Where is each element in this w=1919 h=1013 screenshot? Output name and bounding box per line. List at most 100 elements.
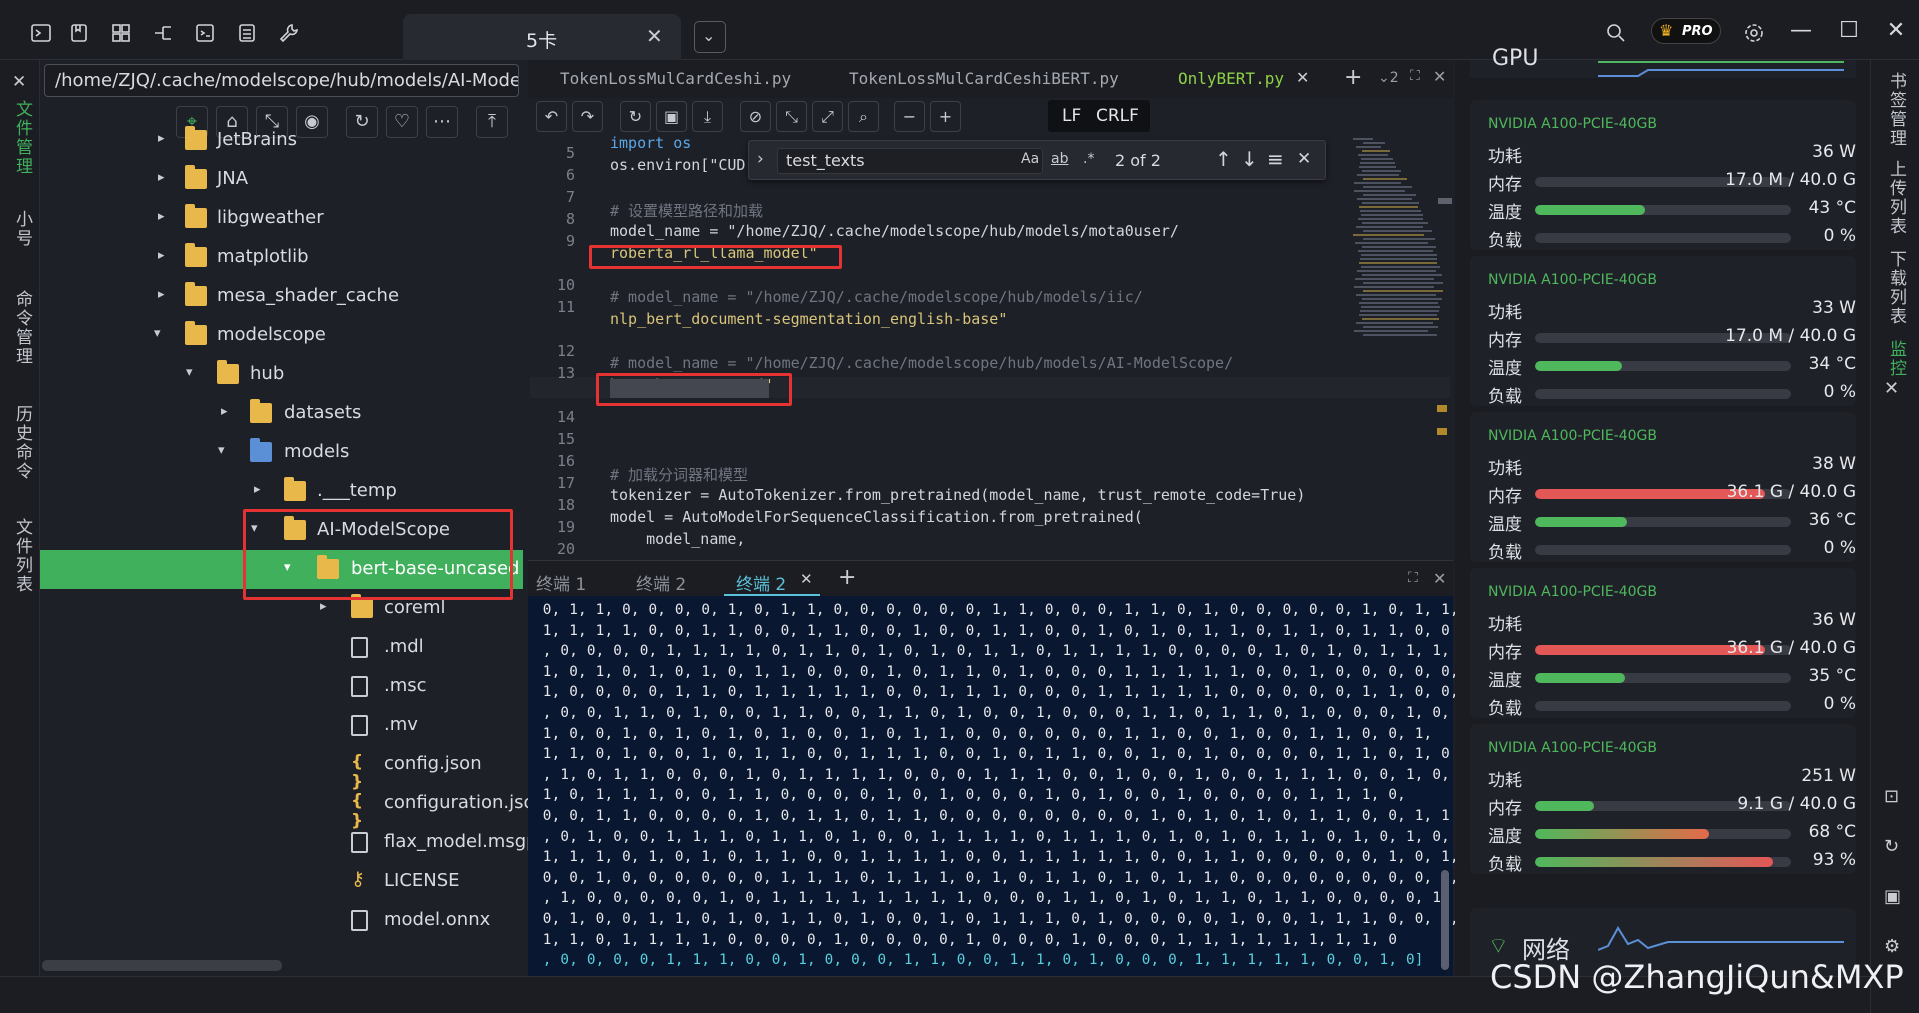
chevron-right-icon[interactable]: ▸ [254, 482, 261, 497]
save-icon[interactable]: ▣ [656, 101, 687, 132]
close-icon[interactable]: ✕ [12, 72, 26, 92]
horizontal-scrollbar[interactable] [42, 960, 282, 971]
sidebar-item-downloads[interactable]: 下载列表 [1884, 250, 1909, 326]
chevron-right-icon[interactable]: ▸ [158, 170, 165, 185]
lf-option[interactable]: LF [1062, 106, 1081, 126]
grow-icon[interactable]: ⤢ [812, 101, 843, 132]
refresh-icon[interactable]: ↻ [1884, 836, 1906, 858]
chevron-down-icon[interactable]: ▾ [218, 443, 225, 458]
zoom-in-icon[interactable]: + [930, 101, 961, 132]
tree-item[interactable]: { } configuration.json [40, 784, 546, 831]
tree-item[interactable]: { } config.json [40, 745, 523, 792]
minimap[interactable] [1353, 138, 1448, 348]
pro-badge[interactable]: ♛ PRO [1651, 18, 1721, 44]
chevron-right-icon[interactable]: ▸ [221, 404, 228, 419]
maximize-button[interactable]: ☐ [1834, 16, 1864, 46]
wrench-icon[interactable] [278, 22, 300, 44]
bookmark-icon[interactable] [68, 22, 90, 44]
window-close-button[interactable]: ✕ [1881, 16, 1911, 46]
close-icon[interactable]: ✕ [1297, 149, 1311, 169]
tab-count[interactable]: ⌄2 [1378, 70, 1399, 86]
sidebar-item-monitor[interactable]: 监控 [1884, 340, 1909, 378]
terminal-icon[interactable] [30, 22, 52, 44]
regex-option[interactable]: .* [1083, 151, 1094, 167]
editor-scrollbar[interactable] [1438, 198, 1452, 204]
tree-item[interactable]: ▸ JNA [40, 160, 523, 199]
terminal-scrollbar[interactable] [1441, 870, 1449, 970]
reload-icon[interactable]: ↻ [620, 101, 651, 132]
tree-item[interactable]: .msc [40, 667, 523, 706]
sidebar-item-uploads[interactable]: 上传列表 [1884, 160, 1909, 236]
tree-item[interactable]: ▾ modelscope [40, 316, 523, 355]
close-icon[interactable]: ✕ [1296, 68, 1309, 87]
tab-tokenloss[interactable]: TokenLossMulCardCeshi.py [560, 69, 791, 88]
tree-item[interactable]: .mv [40, 706, 523, 745]
sidebar-item-bookmarks[interactable]: 书签管理 [1884, 72, 1909, 148]
tree-item[interactable]: ▾ models [40, 433, 523, 472]
chevron-down-icon[interactable]: ▾ [154, 326, 161, 341]
add-terminal-icon[interactable]: + [838, 565, 856, 590]
list-icon[interactable] [236, 22, 258, 44]
search-icon[interactable]: ⌕ [848, 101, 879, 132]
tree-item[interactable]: ▸ mesa_shader_cache [40, 277, 523, 316]
path-input[interactable]: /home/ZJQ/.cache/modelscope/hub/models/A… [44, 64, 519, 97]
terminal-icon[interactable]: ⊡ [1884, 786, 1906, 808]
tab-terminal-2[interactable]: 终端 2 [636, 570, 686, 595]
sidebar-item-file-manager[interactable]: 文件管理 [10, 100, 35, 176]
tab-dropdown-button[interactable]: ⌄ [694, 21, 726, 53]
close-icon[interactable]: ✕ [1433, 569, 1446, 588]
chevron-right-icon[interactable]: ▸ [158, 209, 165, 224]
tree-item[interactable]: flax_model.msgpack [40, 823, 569, 862]
close-icon[interactable]: ✕ [1433, 67, 1446, 86]
sidebar-item-commands[interactable]: 命令管理 [10, 290, 35, 366]
search-icon[interactable] [1605, 22, 1627, 44]
find-input[interactable]: test_texts [777, 148, 1043, 174]
gear-icon[interactable] [1743, 22, 1765, 44]
tree-item[interactable]: ⚷ LICENSE [40, 862, 523, 901]
sidebar-item-file-list[interactable]: 文件列表 [10, 518, 35, 594]
close-icon[interactable]: ✕ [646, 24, 663, 48]
sidebar-item-account[interactable]: 小号 [10, 210, 35, 248]
tab-terminal-3[interactable]: 终端 2 [736, 570, 786, 595]
tree-item[interactable]: model.onnx [40, 901, 523, 940]
session-tab[interactable]: 5卡 ✕ [403, 14, 681, 60]
chevron-right-icon[interactable]: › [757, 149, 764, 169]
close-icon[interactable]: ✕ [1884, 378, 1906, 400]
sidebar-item-history[interactable]: 历史命令 [10, 405, 35, 481]
tree-item[interactable]: ▸ JetBrains [40, 121, 523, 160]
select-all-icon[interactable]: ≡ [1267, 147, 1284, 171]
tree-item[interactable]: ▸ datasets [40, 394, 523, 433]
compass-icon[interactable]: ⊘ [740, 101, 771, 132]
tab-terminal-1[interactable]: 终端 1 [536, 570, 586, 595]
tree-item[interactable]: ▸ libgweather [40, 199, 523, 238]
zoom-out-icon[interactable]: − [894, 101, 925, 132]
chevron-right-icon[interactable]: ▸ [158, 287, 165, 302]
arrow-down-icon[interactable]: ↓ [1241, 147, 1258, 171]
tree-item[interactable]: ▸ .___temp [40, 472, 523, 511]
tree-item[interactable]: .mdl [40, 628, 523, 667]
whole-word-option[interactable]: ab [1051, 151, 1068, 167]
tree-item[interactable]: ▸ matplotlib [40, 238, 523, 277]
chevron-right-icon[interactable]: ▸ [158, 131, 165, 146]
close-icon[interactable]: ✕ [800, 570, 813, 588]
add-icon[interactable]: + [1344, 65, 1362, 90]
arrow-up-icon[interactable]: ↑ [1215, 147, 1232, 171]
tab-tokenloss-bert[interactable]: TokenLossMulCardCeshiBERT.py [849, 69, 1119, 88]
console-icon[interactable] [194, 22, 216, 44]
match-case-option[interactable]: Aa [1021, 151, 1039, 167]
save-icon[interactable]: ▣ [1884, 886, 1906, 908]
split-icon[interactable] [152, 22, 174, 44]
minimize-button[interactable]: — [1786, 16, 1816, 46]
expand-icon[interactable]: ⛶ [1408, 570, 1418, 586]
line-ending-toggle[interactable]: LF CRLF [1048, 100, 1150, 132]
tab-onlybert[interactable]: OnlyBERT.py [1178, 69, 1284, 88]
shrink-icon[interactable]: ⤡ [776, 101, 807, 132]
chevron-right-icon[interactable]: ▸ [158, 248, 165, 263]
expand-icon[interactable]: ⛶ [1410, 68, 1420, 84]
download-icon[interactable]: ⤓ [692, 101, 723, 132]
undo-icon[interactable]: ↶ [536, 101, 567, 132]
chevron-right-icon[interactable]: ▸ [320, 599, 327, 614]
gear-icon[interactable]: ⚙ [1884, 936, 1906, 958]
chevron-down-icon[interactable]: ▾ [186, 365, 193, 380]
grid-icon[interactable] [110, 22, 132, 44]
